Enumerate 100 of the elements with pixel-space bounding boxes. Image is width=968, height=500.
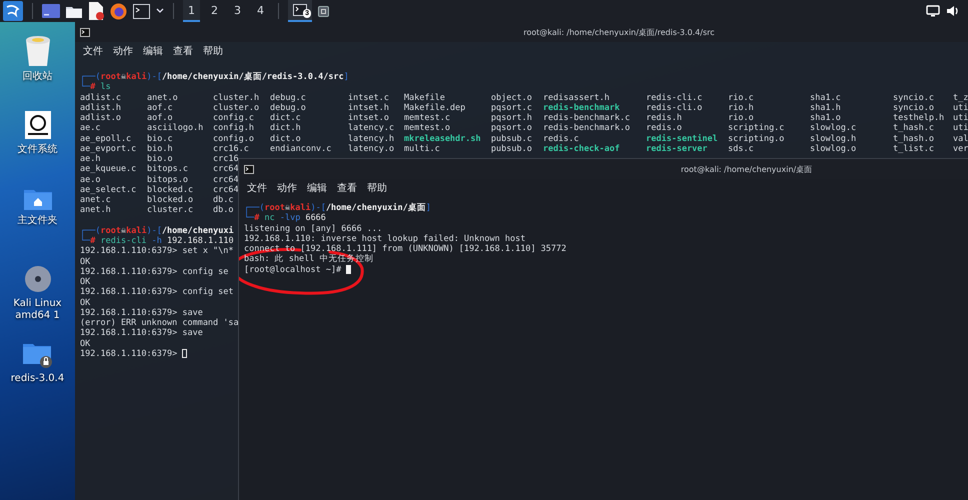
- file-name: redis-sentinel: [646, 134, 719, 144]
- file-name: config.c: [213, 113, 255, 124]
- disc-icon[interactable]: [24, 265, 52, 293]
- file-name: Makefile.dep: [404, 102, 466, 113]
- folder-icon[interactable]: [66, 4, 82, 18]
- file-name: redis-check-aof: [543, 144, 621, 154]
- output-line: 192.168.1.110:6379> save: [80, 308, 203, 318]
- menu-item[interactable]: 帮助: [199, 43, 227, 59]
- caret-icon[interactable]: [156, 8, 164, 14]
- file-name: dict.o: [270, 134, 302, 144]
- file-name: config.o: [213, 134, 255, 144]
- file-name: debug.c: [270, 92, 307, 103]
- file-name: debug.o: [270, 102, 307, 113]
- file-name: asciilogo.h: [147, 123, 204, 134]
- file-name: redis-server: [646, 144, 708, 154]
- display-icon[interactable]: [926, 5, 940, 17]
- file-name: adlist.h: [80, 102, 122, 113]
- locked-folder-icon[interactable]: [22, 342, 52, 368]
- file-name: redis-benchmark.o: [543, 123, 631, 134]
- menu-item[interactable]: 动作: [109, 43, 137, 59]
- file-name: syncio.o: [893, 102, 935, 113]
- file-name: aof.o: [147, 113, 174, 124]
- output-line: OK: [80, 298, 90, 308]
- prompt-line: └─# nc -lvp 6666: [244, 213, 326, 224]
- file-name: ae.h: [80, 154, 102, 164]
- file-name: bitops.c: [147, 164, 189, 174]
- file-name: pqsort.h: [491, 113, 533, 124]
- file-name: crc16: [213, 154, 239, 164]
- workspace-button[interactable]: 3: [229, 0, 246, 22]
- desktop-icon-label: Kali Linux amd64 1: [12, 298, 63, 322]
- file-name: redis-cli.c: [646, 92, 704, 103]
- desktop-icon-label: 回收站: [22, 71, 54, 83]
- file-name: ae_select.c: [80, 184, 138, 195]
- terminal-icon: [244, 164, 254, 174]
- workspace-button[interactable]: 1: [183, 0, 200, 22]
- menu-item[interactable]: 编辑: [303, 180, 331, 196]
- workspace-button[interactable]: 4: [252, 0, 269, 22]
- menu-item[interactable]: 查看: [169, 43, 197, 59]
- terminal-icon: [293, 4, 307, 16]
- window-icon[interactable]: [318, 6, 329, 16]
- file-name: crc16.c: [213, 144, 250, 154]
- menu-item[interactable]: 帮助: [363, 180, 391, 196]
- file-name: pqsort.c: [491, 102, 533, 113]
- file-name: intset.o: [348, 113, 390, 124]
- volume-icon[interactable]: [946, 5, 960, 17]
- file-name: scripting.o: [728, 134, 786, 144]
- file-name: latency.o: [348, 144, 396, 154]
- file-name: testhelp.h: [893, 113, 946, 124]
- file-name: slowlog.c: [810, 123, 858, 134]
- file-name: slowlog.o: [810, 144, 858, 154]
- file-name: t_list.c: [893, 144, 935, 154]
- file-name: uti: [953, 113, 968, 124]
- file-name: val: [953, 134, 968, 144]
- window-title: root@kali: /home/chenyuxin/桌面: [680, 164, 812, 174]
- file-name: cluster.o: [213, 102, 260, 113]
- file-name: redis.o: [646, 123, 683, 134]
- file-name: bio.h: [147, 144, 174, 154]
- file-name: rio.h: [728, 102, 755, 113]
- file-name: redis-cli.o: [646, 102, 704, 113]
- output-line: 192.168.1.110:6379> save: [80, 328, 203, 338]
- menu-item[interactable]: 文件: [79, 43, 107, 59]
- output-line: 192.168.1.110:6379> set x "\n*: [80, 246, 234, 256]
- file-name: anet.o: [147, 92, 179, 103]
- drive-icon[interactable]: [24, 111, 50, 139]
- file-name: multi.c: [404, 144, 441, 154]
- workspace-button[interactable]: 2: [206, 0, 223, 22]
- document-icon[interactable]: [88, 2, 104, 20]
- menu-item[interactable]: 文件: [243, 180, 271, 196]
- file-name: blocked.o: [147, 195, 194, 206]
- file-name: mkreleasehdr.sh: [404, 134, 482, 144]
- home-folder-icon[interactable]: [24, 188, 52, 210]
- output-line: OK: [80, 256, 90, 267]
- file-name: blocked.c: [147, 184, 194, 195]
- terminal-icon[interactable]: [133, 4, 150, 18]
- trash-icon[interactable]: [24, 34, 52, 66]
- app-menu-icon[interactable]: [3, 1, 23, 21]
- file-name: adlist.c: [80, 92, 122, 103]
- file-name: bitops.o: [147, 174, 189, 185]
- file-name: memtest.o: [404, 123, 452, 134]
- output-line: OK: [80, 277, 90, 288]
- file-name: adlist.o: [80, 113, 122, 124]
- desktop-icon-label: redis-3.0.4: [10, 373, 66, 385]
- menu-item[interactable]: 动作: [273, 180, 301, 196]
- file-name: anet.h: [80, 205, 112, 216]
- output-line: 192.168.1.110:6379> config se: [80, 266, 228, 277]
- file-name: dict.h: [270, 123, 302, 134]
- file-name: redis.h: [646, 113, 683, 124]
- file-name: dict.c: [270, 113, 302, 124]
- file-name: redis-benchmark.c: [543, 113, 631, 124]
- desktop-icon[interactable]: [42, 4, 60, 18]
- menu-item[interactable]: 编辑: [139, 43, 167, 59]
- file-name: pqsort.o: [491, 123, 533, 134]
- menu-item[interactable]: 查看: [333, 180, 361, 196]
- file-name: crc64: [213, 164, 239, 174]
- browser-icon[interactable]: [110, 2, 127, 20]
- prompt-line: ┌──(root☠kali)-[/home/chenyuxin/桌面/redis-3.0.4/src]: [80, 72, 349, 82]
- file-name: intset.c: [348, 92, 390, 103]
- output-line: 192.168.1.110: inverse host lookup failed: Unknown host: [244, 234, 526, 244]
- file-name: sds.c: [728, 144, 755, 154]
- file-name: slowlog.h: [810, 134, 858, 144]
